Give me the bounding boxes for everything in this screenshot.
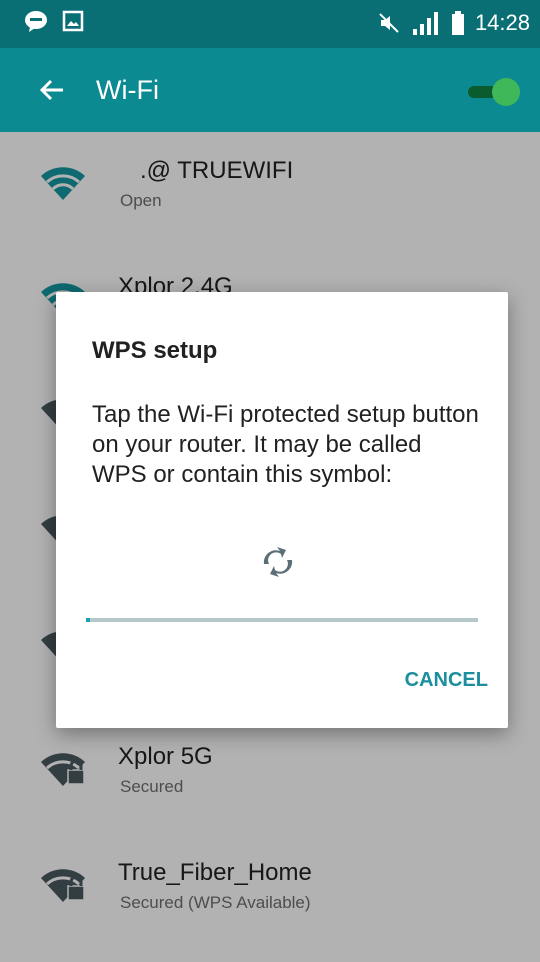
- wps-progress-bar: [86, 618, 478, 622]
- gallery-icon: [62, 10, 84, 32]
- status-time: 14:28: [474, 10, 530, 35]
- screen: 14:28 Wi-Fi .@ TRUEWIFI Open Xplor 2.4G …: [0, 0, 540, 962]
- mute-icon: [379, 13, 399, 33]
- progress-fill: [86, 618, 90, 622]
- signal-icon: [412, 12, 438, 35]
- wps-icon: [263, 547, 293, 577]
- status-bar: 14:28: [0, 0, 540, 48]
- cancel-button[interactable]: CANCEL: [372, 660, 488, 700]
- line-app-icon: [25, 11, 47, 32]
- wps-setup-dialog: WPS setup Tap the Wi-Fi protected setup …: [56, 292, 508, 728]
- dialog-message: Tap the Wi-Fi protected setup button on …: [92, 401, 479, 488]
- dialog-title: WPS setup: [92, 337, 218, 364]
- app-bar: Wi-Fi: [0, 48, 540, 132]
- back-arrow-icon[interactable]: [38, 76, 66, 104]
- wifi-toggle[interactable]: [468, 78, 524, 106]
- page-title: Wi-Fi: [96, 75, 159, 105]
- battery-icon: [451, 11, 464, 35]
- toggle-thumb: [492, 78, 520, 106]
